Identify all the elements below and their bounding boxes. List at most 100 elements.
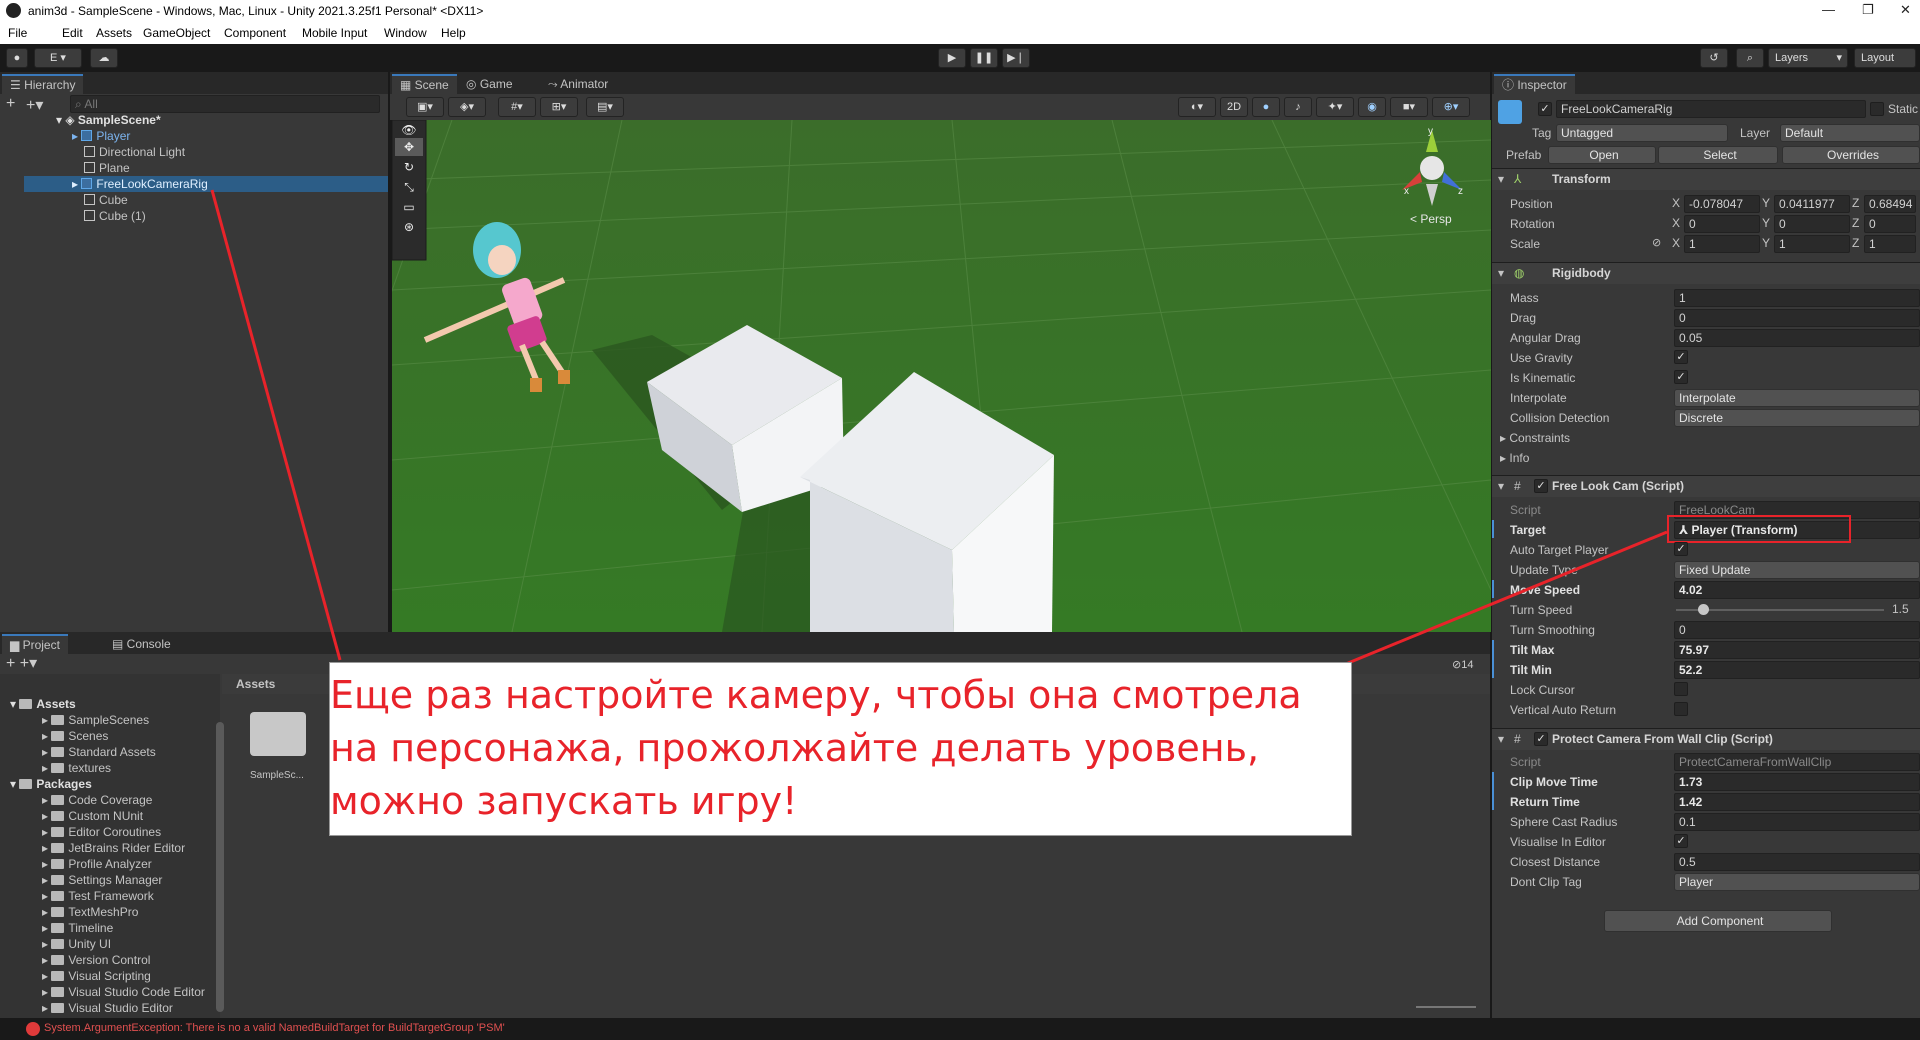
add-icon[interactable]: + <box>6 95 15 113</box>
hierarchy-item-freelookcamerarig[interactable]: ▸ FreeLookCameraRig <box>72 176 208 192</box>
foldout-icon[interactable]: ▸ <box>42 857 51 871</box>
rect-tool-icon[interactable]: ▭ <box>395 200 423 214</box>
project-tree-item[interactable]: ▸ TextMeshPro <box>42 904 138 920</box>
project-tree-item[interactable]: ▸ Test Framework <box>42 888 154 904</box>
static-checkbox[interactable] <box>1870 102 1884 116</box>
camera-dropdown[interactable]: ■▾ <box>1390 97 1428 117</box>
rigidbody-header[interactable]: ▾ ◍ Rigidbody <box>1492 262 1920 284</box>
step-button[interactable]: ▶❘ <box>1002 48 1030 68</box>
menu-window[interactable]: Window <box>384 26 427 40</box>
project-tree-item[interactable]: ▸ Visual Studio Editor <box>42 1000 173 1016</box>
project-tree-item[interactable]: ▾ Assets <box>10 696 76 712</box>
vertical-return-checkbox[interactable] <box>1674 702 1688 716</box>
lighting-icon[interactable]: ● <box>1252 97 1280 117</box>
tab-scene[interactable]: ▦ Scene <box>392 74 457 94</box>
tab-console[interactable]: ▤ Console <box>104 634 179 654</box>
transform-rot-z-field[interactable]: 0 <box>1864 215 1916 233</box>
turn-speed-slider-thumb[interactable] <box>1698 604 1710 615</box>
increment-snap-dropdown[interactable]: ⊞▾ <box>540 97 578 117</box>
move-speed-field[interactable]: 4.02 <box>1674 581 1920 599</box>
foldout-icon[interactable]: ▾ <box>10 777 19 791</box>
component-enabled-checkbox[interactable]: ✓ <box>1534 479 1548 493</box>
foldout-icon[interactable]: ▸ <box>42 921 51 935</box>
hierarchy-item-cube[interactable]: Cube <box>84 192 128 208</box>
project-tree-item[interactable]: ▸ Custom NUnit <box>42 808 143 824</box>
minimize-icon[interactable]: — <box>1822 2 1835 17</box>
hierarchy-item-plane[interactable]: Plane <box>84 160 130 176</box>
scene-viewport[interactable]: 👁 ✥ ↻ ⤡ ▭ ⊛ y x z < Persp <box>392 120 1491 632</box>
render-mode-dropdown[interactable]: ◐▾ <box>1178 97 1216 117</box>
breadcrumb[interactable]: Assets <box>236 677 275 691</box>
dont-clip-tag-dropdown[interactable]: Player <box>1674 873 1920 891</box>
update-type-dropdown[interactable]: Fixed Update <box>1674 561 1920 579</box>
close-icon[interactable]: ✕ <box>1900 2 1911 18</box>
rigidbody-field-value[interactable]: 1 <box>1674 289 1920 307</box>
tilt-max-field[interactable]: 75.97 <box>1674 641 1920 659</box>
object-name-field[interactable]: FreeLookCameraRig <box>1556 100 1866 118</box>
menu-assets[interactable]: Assets <box>96 26 132 40</box>
auto-target-checkbox[interactable]: ✓ <box>1674 542 1688 556</box>
constrain-proportions-icon[interactable]: ⊘ <box>1652 236 1661 249</box>
search-icon[interactable]: ⌕ <box>1736 48 1764 68</box>
foldout-icon[interactable]: ▾ <box>10 697 19 711</box>
transform-pos-z-field[interactable]: 0.68494 <box>1864 195 1916 213</box>
foldout-icon[interactable]: ▸ <box>42 761 51 775</box>
protect-camera-header[interactable]: ▾ # ✓ Protect Camera From Wall Clip (Scr… <box>1492 728 1920 750</box>
closest-distance-field[interactable]: 0.5 <box>1674 853 1920 871</box>
add-component-button[interactable]: Add Component <box>1604 910 1832 932</box>
foldout-icon[interactable]: ▸ <box>42 905 51 919</box>
menu-gameobject[interactable]: GameObject <box>143 26 210 40</box>
rigidbody-field-value[interactable]: 0.05 <box>1674 329 1920 347</box>
foldout-icon[interactable]: ▾ <box>1498 732 1504 746</box>
hierarchy-search-input[interactable]: ⌕ All <box>70 95 380 113</box>
protect-field-value[interactable]: 1.42 <box>1674 793 1920 811</box>
freelookcam-header[interactable]: ▾ # ✓ Free Look Cam (Script) <box>1492 475 1920 497</box>
asset-label[interactable]: SampleSc... <box>250 770 304 781</box>
play-button[interactable]: ▶ <box>938 48 966 68</box>
foldout-icon[interactable]: ▸ <box>42 825 51 839</box>
move-tool-icon[interactable]: ✥ <box>395 140 423 154</box>
component-enabled-checkbox[interactable]: ✓ <box>1534 732 1548 746</box>
foldout-icon[interactable]: ▸ <box>42 1001 51 1015</box>
draw-mode-dropdown[interactable]: ▣▾ <box>406 97 444 117</box>
transform-pos-x-field[interactable]: -0.078047 <box>1684 195 1760 213</box>
hidden-objects-icon[interactable]: ◉ <box>1358 97 1386 117</box>
layer-dropdown[interactable]: Default <box>1780 124 1920 142</box>
menu-file[interactable]: File <box>8 26 27 40</box>
interpolate-dropdown[interactable]: Interpolate <box>1674 389 1920 407</box>
cloud-icon[interactable]: ☁ <box>90 48 118 68</box>
status-error-text[interactable]: System.ArgumentException: There is no a … <box>44 1022 505 1034</box>
history-icon[interactable]: ↺ <box>1700 48 1728 68</box>
protect-field-value[interactable]: 0.1 <box>1674 813 1920 831</box>
tab-game[interactable]: ◎ Game <box>458 74 521 94</box>
prefab-open-button[interactable]: Open <box>1548 146 1656 164</box>
lock-cursor-checkbox[interactable] <box>1674 682 1688 696</box>
protect-field-value[interactable]: 1.73 <box>1674 773 1920 791</box>
foldout-icon[interactable]: ▸ <box>42 729 51 743</box>
menu-help[interactable]: Help <box>441 26 466 40</box>
hierarchy-item-cube-1[interactable]: Cube (1) <box>84 208 146 224</box>
folder-icon[interactable] <box>250 712 306 756</box>
project-tree-item[interactable]: ▸ SampleScenes <box>42 712 149 728</box>
account-dropdown[interactable]: E ▾ <box>34 48 82 68</box>
tree-scrollbar[interactable] <box>216 722 224 1012</box>
project-tree-item[interactable]: ▸ Profile Analyzer <box>42 856 152 872</box>
collision-dropdown[interactable]: Discrete <box>1674 409 1920 427</box>
menu-edit[interactable]: Edit <box>62 26 83 40</box>
turn-speed-value[interactable]: 1.5 <box>1892 602 1909 616</box>
hierarchy-item-directional-light[interactable]: Directional Light <box>84 144 185 160</box>
audio-icon[interactable]: ♪ <box>1284 97 1312 117</box>
tab-hierarchy[interactable]: ☰ Hierarchy <box>2 74 84 94</box>
toggle-2d-button[interactable]: 2D <box>1220 97 1248 117</box>
project-tree-item[interactable]: ▸ Version Control <box>42 952 150 968</box>
transform-rot-y-field[interactable]: 0 <box>1774 215 1850 233</box>
project-tree-item[interactable]: ▸ Unity UI <box>42 936 111 952</box>
foldout-icon[interactable]: ▸ <box>42 985 51 999</box>
gizmos-dropdown[interactable]: ⊕▾ <box>1432 97 1470 117</box>
use-gravity-checkbox[interactable]: ✓ <box>1674 350 1688 364</box>
project-add-icon[interactable]: + +▾ <box>6 653 37 673</box>
foldout-icon[interactable]: ▸ <box>42 873 51 887</box>
constraints-foldout[interactable]: ▸ Constraints <box>1500 430 1570 446</box>
foldout-icon[interactable]: ▾ <box>1498 266 1504 280</box>
transform-scl-x-field[interactable]: 1 <box>1684 235 1760 253</box>
